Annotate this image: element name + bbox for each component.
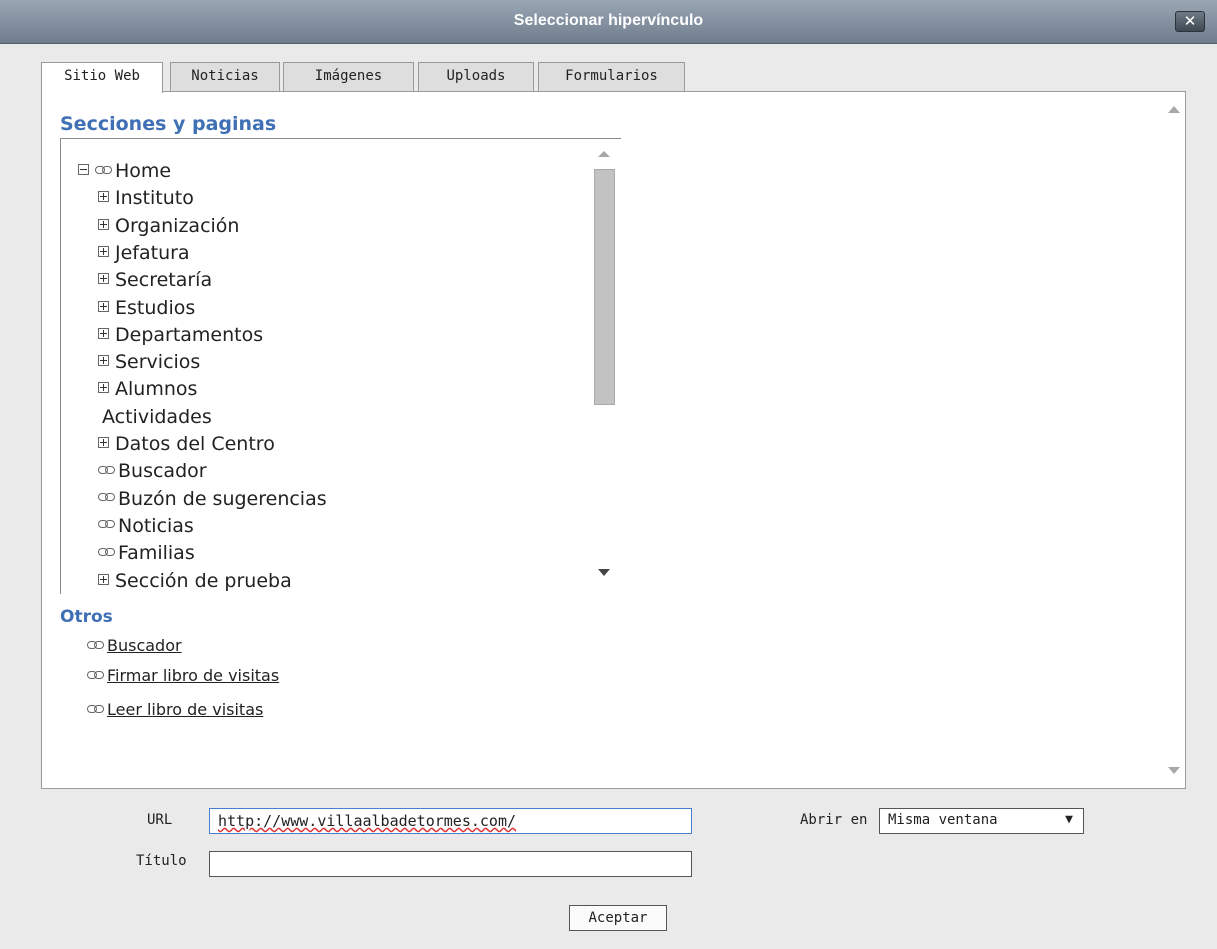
tree-item-label[interactable]: Buscador (118, 460, 207, 482)
title-input[interactable] (209, 851, 692, 877)
link-icon (98, 465, 116, 475)
tree-scroll-up-icon[interactable] (598, 151, 610, 157)
tree-item-label[interactable]: Organización (115, 215, 239, 237)
sections-heading: Secciones y paginas (60, 113, 277, 135)
tree-item-label[interactable]: Jefatura (115, 242, 190, 264)
tree-item-label[interactable]: Noticias (118, 515, 194, 537)
tree-item[interactable]: Buscador (98, 458, 207, 485)
tree-item-label[interactable]: Buzón de sugerencias (118, 488, 327, 510)
tab-formularios[interactable]: Formularios (538, 62, 685, 91)
close-button[interactable]: ✕ (1175, 11, 1205, 32)
tree-scroll-thumb[interactable] (594, 169, 615, 405)
other-link-leer-libro[interactable]: Leer libro de visitas (87, 700, 263, 719)
scroll-down-icon[interactable] (1168, 767, 1180, 774)
expand-icon[interactable] (98, 273, 109, 285)
expand-icon[interactable] (98, 218, 109, 230)
tree-item[interactable]: Departamentos (98, 322, 263, 349)
open-in-label: Abrir en (800, 812, 868, 828)
tree-item[interactable]: Servicios (98, 349, 200, 376)
tree-item[interactable]: Noticias (98, 513, 194, 540)
tree-item[interactable]: Familias (98, 540, 195, 567)
tree-item[interactable]: Home (78, 158, 171, 185)
tree-item-label[interactable]: Home (115, 160, 171, 182)
tree-item[interactable]: Organización (98, 213, 239, 240)
expand-icon[interactable] (98, 437, 109, 448)
tree-item-label[interactable]: Estudios (115, 297, 195, 319)
expand-icon[interactable] (98, 573, 109, 585)
title-bar[interactable]: Seleccionar hipervínculo ✕ (0, 0, 1217, 44)
tree-scroll-down-icon[interactable] (598, 569, 610, 576)
dialog-title: Seleccionar hipervínculo (513, 12, 704, 29)
tree-item-label[interactable]: Actividades (102, 406, 212, 428)
tree-item[interactable]: Buzón de sugerencias (98, 486, 327, 513)
tab-uploads[interactable]: Uploads (418, 62, 534, 91)
tree-item-label[interactable]: Departamentos (115, 324, 263, 346)
link-icon (95, 165, 113, 175)
tab-sitio-web[interactable]: Sitio Web (41, 62, 163, 93)
tree-item[interactable]: Estudios (98, 295, 195, 322)
other-link-firmar-libro[interactable]: Firmar libro de visitas (87, 666, 279, 685)
url-input[interactable]: http://www.villaalbadetormes.com/ (209, 808, 692, 834)
url-value: http://www.villaalbadetormes.com/ (218, 812, 517, 830)
close-icon: ✕ (1183, 12, 1197, 30)
tree-item-label[interactable]: Sección de prueba (115, 570, 292, 592)
others-heading: Otros (60, 607, 113, 627)
link-icon (98, 519, 116, 529)
tree-item-label[interactable]: Servicios (115, 351, 200, 373)
link-icon (98, 547, 116, 557)
other-link-label[interactable]: Firmar libro de visitas (107, 666, 279, 685)
expand-icon[interactable] (98, 327, 109, 339)
expand-icon[interactable] (98, 355, 109, 367)
tree-item[interactable]: Alumnos (98, 376, 197, 403)
link-icon (87, 704, 105, 714)
expand-icon[interactable] (98, 191, 109, 203)
tree-item-label[interactable]: Alumnos (115, 378, 197, 400)
tree-item[interactable]: Instituto (98, 185, 194, 212)
other-link-label[interactable]: Leer libro de visitas (107, 700, 263, 719)
scroll-up-icon[interactable] (1168, 106, 1180, 113)
expand-icon[interactable] (98, 300, 109, 312)
expand-icon[interactable] (98, 245, 109, 257)
tree-item-label[interactable]: Secretaría (115, 269, 212, 291)
link-icon (87, 640, 105, 650)
accept-button[interactable]: Aceptar (569, 905, 667, 931)
tree-item[interactable]: Sección de prueba (98, 568, 292, 595)
url-label: URL (147, 812, 173, 828)
tree-item[interactable]: Secretaría (98, 267, 212, 294)
panel-scrollbar[interactable] (1163, 92, 1185, 788)
tree-item[interactable]: Jefatura (98, 240, 190, 267)
link-icon (87, 670, 105, 680)
tree-item-label[interactable]: Datos del Centro (115, 433, 275, 455)
tab-noticias[interactable]: Noticias (170, 62, 280, 91)
open-in-select[interactable]: Misma ventana ▼ (879, 808, 1084, 834)
chevron-down-icon: ▼ (1065, 812, 1073, 827)
link-icon (98, 492, 116, 502)
sections-tree: Home Instituto Organización Jefatura Secreta… (60, 138, 621, 594)
other-link-buscador[interactable]: Buscador (87, 636, 182, 655)
title-label: Título (136, 853, 187, 869)
tab-imagenes[interactable]: Imágenes (283, 62, 414, 91)
tree-item-label[interactable]: Instituto (115, 187, 194, 209)
tree-item[interactable]: Actividades (102, 404, 212, 431)
collapse-icon[interactable] (78, 164, 89, 175)
hyperlink-dialog: Seleccionar hipervínculo ✕ Sitio Web Not… (0, 0, 1217, 949)
open-in-value: Misma ventana (888, 812, 998, 828)
tree-scrollbar[interactable] (592, 139, 621, 594)
other-link-label[interactable]: Buscador (107, 636, 182, 655)
expand-icon[interactable] (98, 382, 109, 394)
tree-item[interactable]: Datos del Centro (98, 431, 275, 458)
tree-item-label[interactable]: Familias (118, 542, 195, 564)
